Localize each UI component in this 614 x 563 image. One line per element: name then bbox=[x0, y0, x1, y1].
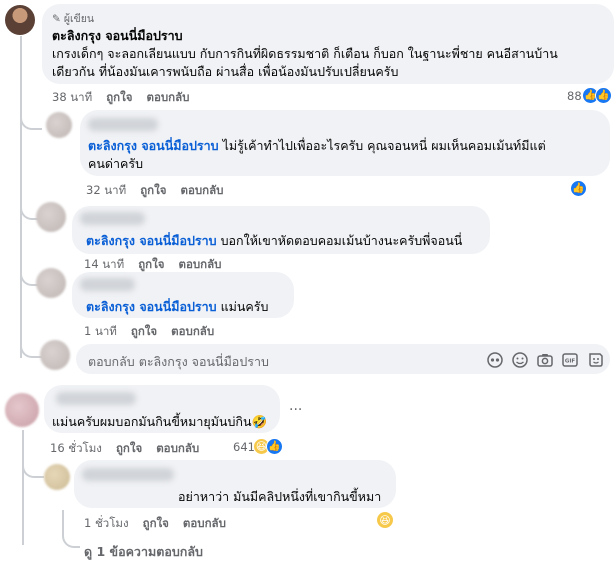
comment-text: เกรงเด็กๆ จะลอกเลียนแบบ กับการกินที่ผิดธ… bbox=[52, 46, 558, 61]
comment-time[interactable]: 32 นาที bbox=[86, 182, 126, 200]
camera-icon[interactable] bbox=[536, 351, 554, 369]
like-link[interactable]: ถูกใจ bbox=[131, 323, 157, 341]
comment-author-name[interactable]: ตะลิงกรุง จอนนี่มือปราบ bbox=[52, 26, 183, 46]
more-options-icon[interactable]: ··· bbox=[289, 402, 302, 418]
avatar[interactable] bbox=[5, 393, 39, 427]
reply-link[interactable]: ตอบกลับ bbox=[146, 89, 189, 107]
blurred-name bbox=[80, 278, 135, 291]
comment-text: อย่าหาว่า มันมีคลิปหนึ่งที่เขากินขี้หมา bbox=[178, 489, 382, 504]
avatar[interactable] bbox=[36, 268, 66, 298]
svg-text:GIF: GIF bbox=[565, 359, 576, 365]
avatar-sticker-icon[interactable] bbox=[486, 351, 504, 369]
like-reaction-icon: 👍 bbox=[570, 180, 587, 197]
comment-text: เดียวกัน ที่น้องมันเคารพนับถือ ผ่านสื่อ … bbox=[52, 64, 399, 79]
avatar[interactable] bbox=[44, 464, 70, 490]
comment-meta: 32 นาที ถูกใจ ตอบกลับ bbox=[86, 182, 223, 200]
mention-tag[interactable]: ตะลิงกรุง จอนนี่มือปราบ bbox=[88, 138, 219, 153]
pencil-icon: ✎ bbox=[52, 12, 61, 25]
emoji-icon[interactable] bbox=[511, 351, 529, 369]
comment-text: แม่นครับผมบอกมันกินขี้หมายุมันบ่กิน🤣 bbox=[52, 414, 268, 429]
mention-tag[interactable]: ตะลิงกรุง จอนนี่มือปราบ bbox=[86, 233, 217, 248]
reaction-count[interactable]: 88 bbox=[567, 89, 582, 103]
avatar[interactable] bbox=[5, 5, 35, 35]
comment-time[interactable]: 1 ชั่วโมง bbox=[84, 515, 129, 533]
like-reaction-icon: 👍 bbox=[595, 87, 612, 104]
like-link[interactable]: ถูกใจ bbox=[116, 440, 142, 458]
comment-time[interactable]: 1 นาที bbox=[84, 323, 117, 341]
thread-elbow-c2 bbox=[20, 110, 42, 130]
reply-link[interactable]: ตอบกลับ bbox=[183, 515, 226, 533]
comment-text: ตะลิงกรุง จอนนี่มือปราบ บอกให้เขาหัดตอบค… bbox=[86, 233, 463, 248]
comment-text: ตะลิงกรุง จอนนี่มือปราบ ไม่รู้เค้าทำไปเพ… bbox=[88, 138, 546, 153]
sticker-icon[interactable] bbox=[587, 351, 605, 369]
thread-line-c5 bbox=[22, 430, 24, 545]
blurred-name bbox=[56, 392, 136, 405]
author-badge: ✎ ผู้เขียน bbox=[52, 12, 95, 26]
reaction-count[interactable]: 641 bbox=[233, 440, 255, 454]
gif-icon[interactable]: GIF bbox=[561, 351, 579, 369]
comment-meta: 16 ชั่วโมง ถูกใจ ตอบกลับ bbox=[50, 440, 199, 458]
comment-meta: 38 นาที ถูกใจ ตอบกลับ bbox=[52, 89, 189, 107]
reply-link[interactable]: ตอบกลับ bbox=[180, 182, 223, 200]
comment-meta: 1 ชั่วโมง ถูกใจ ตอบกลับ bbox=[84, 515, 226, 533]
comment-text: คนด่าครับ bbox=[88, 156, 144, 171]
blurred-name bbox=[80, 212, 145, 225]
reply-input[interactable]: ตอบกลับ ตะลิงกรุง จอนนี่มือปราบ bbox=[88, 352, 269, 372]
haha-reaction-icon: 😆 bbox=[376, 511, 394, 529]
like-link[interactable]: ถูกใจ bbox=[106, 89, 132, 107]
view-replies-link[interactable]: ดู 1 ข้อความตอบกลับ bbox=[84, 542, 203, 562]
like-link[interactable]: ถูกใจ bbox=[140, 182, 166, 200]
avatar[interactable] bbox=[46, 112, 72, 138]
reply-link[interactable]: ตอบกลับ bbox=[156, 440, 199, 458]
like-reaction-icon: 👍 bbox=[266, 438, 283, 455]
comment-meta: 1 นาที ถูกใจ ตอบกลับ bbox=[84, 323, 214, 341]
thread-elbow-view bbox=[62, 510, 80, 548]
avatar bbox=[40, 340, 70, 370]
avatar[interactable] bbox=[36, 202, 66, 232]
blurred-name bbox=[82, 468, 174, 481]
comment-time[interactable]: 38 นาที bbox=[52, 89, 92, 107]
thread-elbow-c6 bbox=[22, 458, 44, 478]
mention-tag[interactable]: ตะลิงกรุง จอนนี่มือปราบ bbox=[86, 299, 217, 314]
reply-link[interactable]: ตอบกลับ bbox=[171, 323, 214, 341]
comment-text: ตะลิงกรุง จอนนี่มือปราบ แม่นครับ bbox=[86, 299, 269, 314]
thread-line-main bbox=[20, 36, 22, 358]
comment-time[interactable]: 16 ชั่วโมง bbox=[50, 440, 102, 458]
blurred-name bbox=[88, 118, 158, 131]
like-link[interactable]: ถูกใจ bbox=[143, 515, 169, 533]
thread-elbow-replybox bbox=[20, 330, 42, 358]
